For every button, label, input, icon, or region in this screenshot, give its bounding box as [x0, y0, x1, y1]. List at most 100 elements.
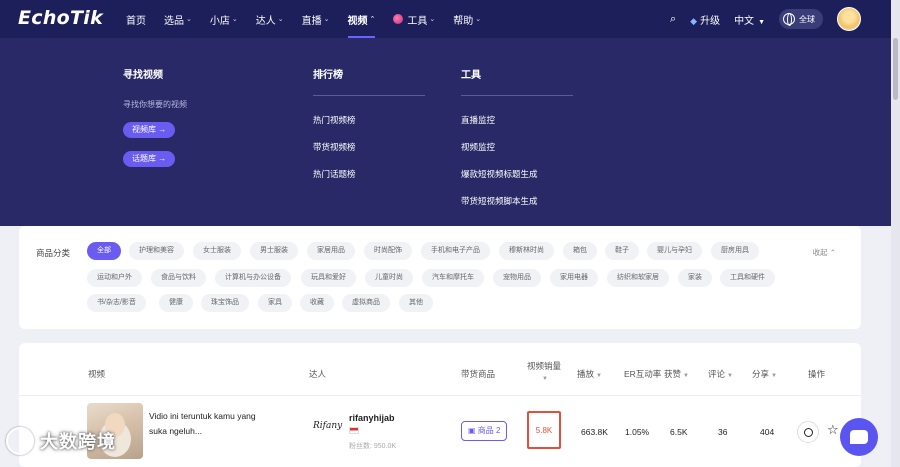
goods-button[interactable]: ▣ 商品 2 [461, 421, 508, 441]
language-label: 中文 [734, 15, 755, 27]
header-right-tools: ⌕ ◆ 升级 中文 ▼ 全球 [656, 0, 861, 38]
category-chip[interactable]: 箱包 [563, 242, 597, 260]
category-chip[interactable]: 家具 [258, 294, 292, 312]
live-monitor-link[interactable]: 直播监控 [461, 114, 573, 128]
category-chip[interactable]: 计算机与办公设备 [215, 269, 291, 287]
category-chip[interactable]: 鞋子 [605, 242, 639, 260]
nav-products-label: 选品 [164, 15, 184, 27]
collapse-button[interactable]: 收起 ⌃ [813, 247, 836, 258]
upgrade-label: 升级 [700, 15, 721, 27]
category-chip[interactable]: 家装 [678, 269, 712, 287]
hot-topic-ranking-link[interactable]: 热门话题榜 [313, 168, 425, 182]
category-chip[interactable]: 运动和户外 [87, 269, 142, 287]
chevron-down-icon: ⌄ [186, 16, 192, 23]
tools-column: 工具 直播监控 视频监控 爆款短视频标题生成 带货短视频脚本生成 [461, 66, 573, 209]
nav-videos[interactable]: 视频 ⌃ [347, 0, 376, 38]
search-icon[interactable]: ⌕ [670, 13, 676, 26]
watermark-text: 大数跨境 [40, 432, 116, 452]
language-selector[interactable]: 中文 ▼ [734, 12, 765, 27]
indonesia-flag-icon [349, 427, 359, 434]
rankings-title: 排行榜 [313, 66, 425, 96]
find-video-title: 寻找视频 [123, 70, 163, 81]
echotik-logo[interactable]: EchoTik [18, 7, 103, 29]
header-comments[interactable]: 评论 ▼ [708, 368, 733, 380]
header-shares[interactable]: 分享 ▼ [752, 368, 777, 380]
upgrade-button[interactable]: ◆ 升级 [690, 12, 720, 27]
nav-live[interactable]: 直播 ⌄ [302, 0, 330, 38]
caret-down-icon: ▼ [758, 18, 765, 26]
category-chip[interactable]: 收藏 [300, 294, 334, 312]
scroll-thumb[interactable] [893, 38, 898, 100]
category-chip[interactable]: 女士服装 [193, 242, 241, 260]
likes-value: 6.5K [670, 427, 688, 437]
nav-help[interactable]: 帮助 ⌄ [453, 0, 481, 38]
nav-tools[interactable]: 工具 ⌄ [393, 0, 435, 38]
tools-dot-icon [393, 14, 404, 24]
header-video-sales[interactable]: 视频销量 ▼ [527, 361, 561, 385]
video-title[interactable]: Vidio ini teruntuk kamu yang suka ngeluh… [149, 409, 269, 439]
category-chip[interactable]: 家居用品 [307, 242, 355, 260]
header-video: 视频 [88, 369, 106, 379]
category-chip[interactable]: 儿童时尚 [365, 269, 413, 287]
nav-home[interactable]: 首页 [126, 0, 146, 38]
category-chip[interactable]: 纺织和软家居 [607, 269, 669, 287]
category-chip[interactable]: 穆斯林时尚 [499, 242, 554, 260]
category-chip[interactable]: 男士服装 [250, 242, 298, 260]
category-chip[interactable]: 厨房用具 [711, 242, 759, 260]
region-selector[interactable]: 全球 [779, 9, 823, 29]
diamond-icon: ◆ [690, 15, 698, 26]
nav-help-label: 帮助 [453, 15, 474, 27]
viral-title-generator-link[interactable]: 爆款短视频标题生成 [461, 168, 573, 182]
topic-library-button[interactable]: 话题库 → [123, 151, 176, 167]
category-chip[interactable]: 全部 [87, 242, 121, 260]
category-filter-card: 商品分类 全部 护理和美容 女士服装 男士服装 家居用品 时尚配饰 手机和电子产品 穆斯林时尚… [19, 226, 861, 329]
header-likes[interactable]: 获赞 ▼ [664, 368, 689, 380]
category-chip[interactable]: 工具和硬件 [720, 269, 775, 287]
category-chip[interactable]: 虚拟商品 [342, 294, 390, 312]
chevron-up-icon: ⌃ [829, 248, 836, 257]
category-chip[interactable]: 其他 [399, 294, 433, 312]
category-chip[interactable]: 宠物用品 [493, 269, 541, 287]
favorite-star-icon[interactable]: ☆ [827, 422, 839, 438]
watermark-logo-icon [6, 427, 34, 455]
creator-avatar[interactable]: Rifany [313, 421, 342, 431]
category-chip[interactable]: 手机和电子产品 [421, 242, 490, 260]
sort-icon: ▼ [596, 373, 602, 379]
videos-dropdown-menu: 寻找视频 寻找你想要的视频 视频库 → 话题库 → 排行榜 热门视频榜 带货视频… [0, 38, 891, 226]
video-monitor-link[interactable]: 视频监控 [461, 141, 573, 155]
monitor-button[interactable] [797, 421, 819, 443]
hot-video-ranking-link[interactable]: 热门视频榜 [313, 114, 425, 128]
category-chip[interactable]: 健康 [159, 294, 193, 312]
nav-shops[interactable]: 小店 ⌄ [210, 0, 238, 38]
nav-creators[interactable]: 达人 ⌄ [256, 0, 284, 38]
video-library-button[interactable]: 视频库 → [123, 122, 176, 138]
category-chip[interactable]: 婴儿与孕妇 [647, 242, 702, 260]
nav-products[interactable]: 选品 ⌄ [164, 0, 192, 38]
category-chip[interactable]: 食品与饮料 [151, 269, 206, 287]
category-chip[interactable]: 玩具和爱好 [301, 269, 356, 287]
category-chip[interactable]: 护理和美容 [129, 242, 184, 260]
header-er[interactable]: ER互动率 [624, 368, 661, 380]
page-scrollbar[interactable] [891, 0, 900, 467]
sales-video-ranking-link[interactable]: 带货视频榜 [313, 141, 425, 155]
main-nav: 首页 选品 ⌄ 小店 ⌄ 达人 ⌄ 直播 ⌄ 视频 ⌃ 工具 ⌄ 帮助 ⌄ [126, 0, 499, 38]
chevron-down-icon: ⌄ [231, 16, 238, 23]
comments-value: 36 [718, 427, 728, 437]
chat-support-button[interactable] [840, 418, 878, 456]
creator-fans: 粉丝数: 950.0K [349, 443, 397, 450]
chevron-up-icon: ⌃ [369, 16, 376, 23]
category-chip[interactable]: 汽车和摩托车 [422, 269, 484, 287]
find-video-desc: 寻找你想要的视频 [123, 100, 187, 109]
video-sales-value: 5.8K [527, 411, 561, 449]
category-chip[interactable]: 书/杂志/影音 [87, 294, 146, 312]
category-chip[interactable]: 时尚配饰 [364, 242, 412, 260]
creator-name[interactable]: rifanyhijab [349, 413, 395, 423]
category-chip[interactable]: 家用电器 [550, 269, 598, 287]
user-avatar[interactable] [837, 7, 861, 31]
goods-button-label: 商品 2 [477, 426, 501, 435]
chevron-down-icon: ⌄ [277, 16, 284, 23]
category-chip[interactable]: 珠宝饰品 [201, 294, 249, 312]
script-generator-link[interactable]: 带货短视频脚本生成 [461, 195, 573, 209]
chevron-down-icon: ⌄ [475, 16, 482, 23]
header-plays[interactable]: 播放 ▼ [577, 368, 602, 380]
